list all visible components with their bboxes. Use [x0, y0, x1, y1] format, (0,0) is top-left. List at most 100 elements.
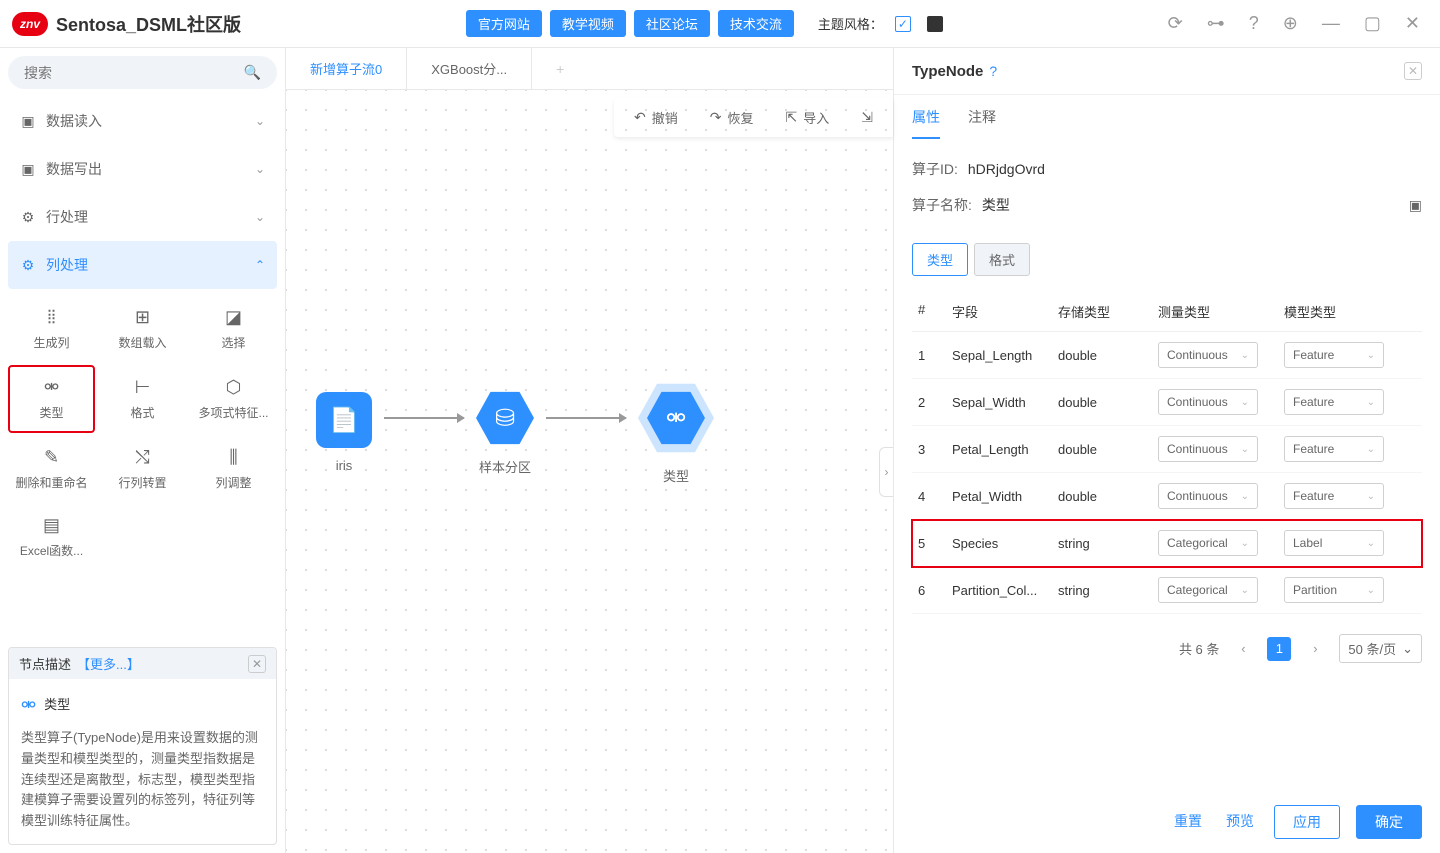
page-number[interactable]: 1 [1267, 637, 1291, 661]
sub-type[interactable]: ⚮类型 [8, 365, 95, 433]
cell-idx: 3 [912, 442, 952, 457]
arrow [546, 417, 626, 419]
meas-select[interactable]: Continuous⌄ [1158, 342, 1258, 368]
maximize-icon[interactable]: ▢ [1364, 13, 1381, 34]
gear-icon: ⚙ [20, 257, 36, 273]
table-row[interactable]: 5SpeciesstringCategorical⌄Label⌄ [912, 520, 1422, 567]
sub-coladjust[interactable]: ⫼列调整 [190, 437, 277, 501]
model-select[interactable]: Feature⌄ [1284, 436, 1384, 462]
cat-data-write[interactable]: ▣ 数据写出 ⌄ [8, 145, 277, 193]
rp-tab-notes[interactable]: 注释 [968, 107, 996, 139]
header-btn-video[interactable]: 教学视频 [550, 10, 626, 37]
cat-col-process[interactable]: ⚙ 列处理 ⌃ [8, 241, 277, 289]
rp-row-id: 算子ID: hDRjdgOvrd [912, 151, 1422, 187]
type-icon: ⚮ [44, 377, 59, 398]
meas-select[interactable]: Continuous⌄ [1158, 436, 1258, 462]
cat-label: 列处理 [46, 255, 88, 275]
panel-toggle[interactable]: › [879, 447, 893, 497]
chevron-down-icon: ⌄ [1241, 585, 1249, 596]
chevron-down-icon: ⌄ [1367, 538, 1375, 549]
meas-select[interactable]: Continuous⌄ [1158, 389, 1258, 415]
model-select[interactable]: Feature⌄ [1284, 483, 1384, 509]
sub-label: 格式 [130, 404, 154, 421]
sub-gencol[interactable]: ⦙⦙ 生成列 [8, 297, 95, 361]
header-btn-tech[interactable]: 技术交流 [718, 10, 794, 37]
close-icon[interactable]: ✕ [1405, 13, 1420, 34]
cat-row-process[interactable]: ⚙ 行处理 ⌄ [8, 193, 277, 241]
help-icon[interactable]: ? [989, 63, 997, 79]
cell-field: Sepal_Length [952, 348, 1058, 363]
table-row[interactable]: 2Sepal_WidthdoubleContinuous⌄Feature⌄ [912, 379, 1422, 426]
table-row[interactable]: 6Partition_Col...stringCategorical⌄Parti… [912, 567, 1422, 614]
sub-transpose[interactable]: ⤭行列转置 [99, 437, 186, 501]
format-icon: ⊢ [135, 377, 151, 398]
table-row[interactable]: 3Petal_LengthdoubleContinuous⌄Feature⌄ [912, 426, 1422, 473]
reset-button[interactable]: 重置 [1170, 805, 1206, 839]
meas-select[interactable]: Categorical⌄ [1158, 530, 1258, 556]
sub-poly[interactable]: ⬡多项式特征... [190, 365, 277, 433]
preview-button[interactable]: 预览 [1222, 805, 1258, 839]
sub-select[interactable]: ◪选择 [190, 297, 277, 361]
sub-label: 生成列 [33, 334, 69, 351]
sub-excel[interactable]: ▤Excel函数... [8, 505, 95, 569]
desc-title-text: 类型 [44, 695, 70, 716]
cat-data-read[interactable]: ▣ 数据读入 ⌄ [8, 97, 277, 145]
search-icon[interactable]: 🔍 [244, 64, 261, 81]
table-row[interactable]: 4Petal_WidthdoubleContinuous⌄Feature⌄ [912, 473, 1422, 520]
sub-format[interactable]: ⊢ 格式 [99, 365, 186, 433]
sub-arrayload[interactable]: ⊞数组载入 [99, 297, 186, 361]
tab-newflow[interactable]: 新增算子流0 [286, 48, 407, 89]
help-icon[interactable]: ? [1249, 13, 1259, 34]
sub-tab-format[interactable]: 格式 [974, 243, 1030, 276]
minimize-icon[interactable]: — [1322, 13, 1340, 34]
edit-icon[interactable]: ▣ [1409, 197, 1422, 214]
page-next-icon[interactable]: › [1303, 637, 1327, 661]
cell-store: double [1058, 489, 1158, 504]
header-btn-site[interactable]: 官方网站 [466, 10, 542, 37]
theme-checkbox[interactable]: ✓ [895, 16, 911, 32]
tab-add-button[interactable]: + [532, 48, 588, 89]
cell-model: Feature⌄ [1284, 342, 1404, 368]
search-input[interactable] [24, 65, 244, 81]
rp-value: hDRjdgOvrd [968, 161, 1045, 177]
model-select[interactable]: Feature⌄ [1284, 389, 1384, 415]
globe-icon[interactable]: ⊕ [1283, 13, 1298, 34]
page-size-select[interactable]: 50 条/页⌄ [1339, 634, 1422, 663]
sub-tab-type[interactable]: 类型 [912, 243, 968, 276]
confirm-button[interactable]: 确定 [1356, 805, 1422, 839]
theme-label: 主题风格： [818, 14, 883, 33]
chevron-down-icon: ⌄ [1367, 350, 1375, 361]
table-row[interactable]: 1Sepal_LengthdoubleContinuous⌄Feature⌄ [912, 332, 1422, 379]
sub-rename[interactable]: ✎删除和重命名 [8, 437, 95, 501]
rp-close-icon[interactable]: ✕ [1404, 62, 1422, 80]
page-total: 共 6 条 [1179, 639, 1219, 658]
desc-more-link[interactable]: 【更多...】 [77, 654, 140, 673]
rp-tab-props[interactable]: 属性 [912, 107, 940, 139]
meas-select[interactable]: Continuous⌄ [1158, 483, 1258, 509]
node-partition[interactable]: ⛁ 样本分区 [476, 389, 534, 476]
model-select[interactable]: Label⌄ [1284, 530, 1384, 556]
cell-store: double [1058, 395, 1158, 410]
desc-close-icon[interactable]: ✕ [248, 655, 266, 673]
header-btn-forum[interactable]: 社区论坛 [634, 10, 710, 37]
model-select[interactable]: Feature⌄ [1284, 342, 1384, 368]
node-type[interactable]: ⚮ 类型 [638, 380, 714, 485]
page-prev-icon[interactable]: ‹ [1231, 637, 1255, 661]
branch-icon[interactable]: ⊶ [1207, 13, 1225, 34]
chevron-down-icon: ⌄ [1367, 491, 1375, 502]
excel-icon: ▤ [43, 515, 60, 536]
cell-field: Petal_Length [952, 442, 1058, 457]
search-box[interactable]: 🔍 [8, 56, 277, 89]
node-iris[interactable]: 📄 iris [316, 392, 372, 473]
cell-meas: Categorical⌄ [1158, 577, 1284, 603]
meas-select[interactable]: Categorical⌄ [1158, 577, 1258, 603]
canvas[interactable]: 📄 iris ⛁ 样本分区 ⚮ 类型 › [286, 90, 893, 853]
tab-xgboost[interactable]: XGBoost分... [407, 48, 532, 89]
theme-color[interactable] [927, 16, 943, 32]
model-select[interactable]: Partition⌄ [1284, 577, 1384, 603]
refresh-icon[interactable]: ⟳ [1168, 13, 1183, 34]
apply-button[interactable]: 应用 [1274, 805, 1340, 839]
rp-header: TypeNode ? ✕ [894, 48, 1440, 95]
desc-header: 节点描述 【更多...】 ✕ [9, 648, 276, 679]
columns-icon: ⦙⦙ [47, 307, 55, 328]
